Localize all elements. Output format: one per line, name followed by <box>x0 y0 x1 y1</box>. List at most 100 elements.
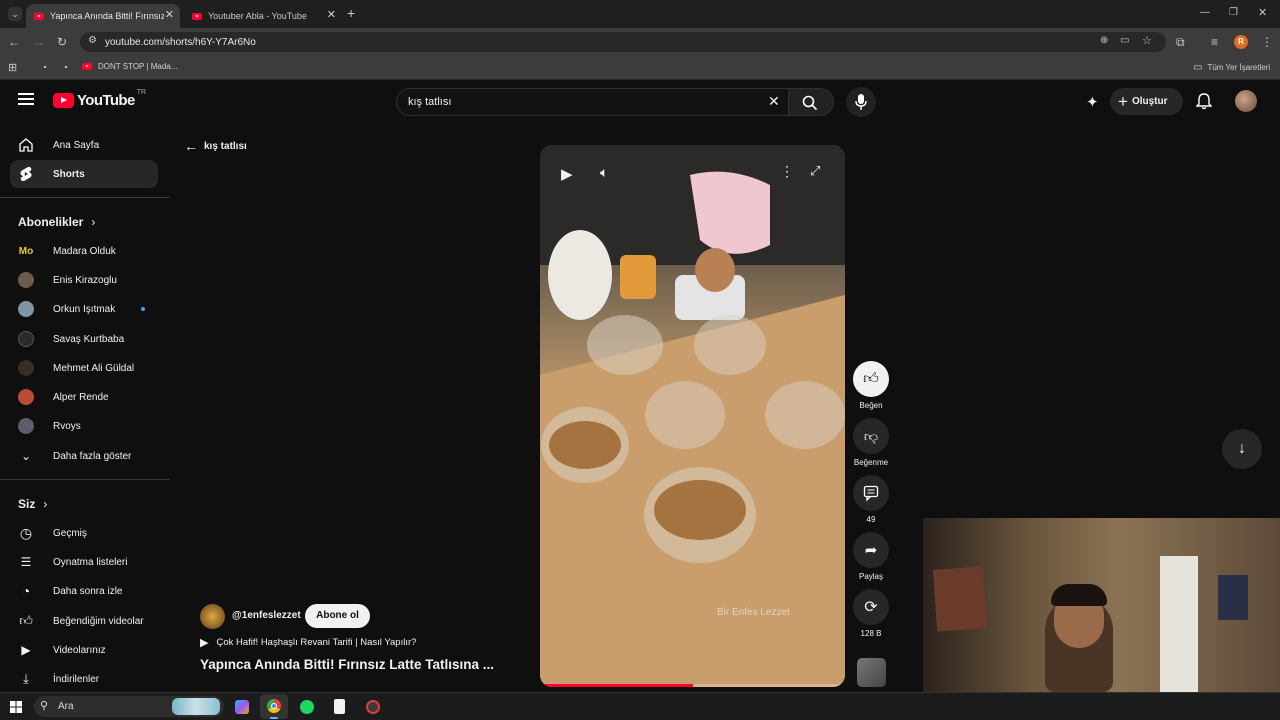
youtube-logo[interactable]: YouTube TR <box>53 89 147 109</box>
region-code: TR <box>136 89 147 96</box>
forward-icon[interactable]: → <box>33 35 45 49</box>
chevron-right-icon: › <box>91 215 96 229</box>
remix-button[interactable]: ⟳ <box>853 589 889 625</box>
sidebar-sub-rvoys[interactable]: Rvoys <box>10 412 158 440</box>
tab-close-icon[interactable]: ✕ <box>327 8 336 21</box>
copilot-icon[interactable] <box>235 700 249 714</box>
sidebar-sub-orkun[interactable]: Orkun Işıtmak <box>10 295 158 323</box>
chrome-icon-center <box>271 703 277 709</box>
taskbar-chrome-active[interactable] <box>260 694 288 719</box>
progress-bar[interactable] <box>540 684 845 687</box>
bookmark-dont-stop[interactable]: DONT STOP | Mada... <box>82 62 177 71</box>
comment-icon <box>863 485 879 501</box>
apps-grid-icon[interactable]: ⊞ <box>8 61 17 75</box>
dislike-button[interactable]: 👎︎ <box>853 418 889 454</box>
youtube-favicon-icon <box>192 12 202 20</box>
sidebar-item-home[interactable]: Ana Sayfa <box>10 131 158 159</box>
sidebar-item-your-videos[interactable]: ▶ Videolarınız <box>10 636 158 664</box>
site-info-icon[interactable]: ⚙ <box>88 35 97 46</box>
address-bar[interactable]: ⚙ youtube.com/shorts/h6Y-Y7Ar6No ⊕ ▭ ☆ <box>80 32 1166 52</box>
sidebar-divider <box>0 197 170 198</box>
tab-search-icon[interactable]: ⌄ <box>8 7 22 21</box>
sidebar-sub-alper[interactable]: Alper Rende <box>10 383 158 411</box>
chrome-menu-icon[interactable]: ⋮ <box>1261 35 1273 49</box>
bookmark-star-icon[interactable]: ☆ <box>1142 34 1152 47</box>
search-highlight-image <box>172 698 220 715</box>
search-label: Ara <box>58 701 74 712</box>
tab-active[interactable]: Yapınca Anında Bitti! Fırınsız Lat ✕ <box>26 4 180 28</box>
tab-inactive[interactable]: Youtuber Abla - YouTube ✕ <box>184 4 342 28</box>
search-input[interactable]: kış tatlısı ✕ <box>396 88 789 116</box>
dislike-label: Beğenme <box>853 458 889 467</box>
subscribe-button[interactable]: Abone ol <box>305 604 370 628</box>
show-more-button[interactable]: ⌄ Daha fazla göster <box>10 442 158 470</box>
sidebar-item-watch-later[interactable]: ◔ Daha sonra izle <box>10 577 158 605</box>
sidebar-sub-savas[interactable]: Savaş Kurtbaba <box>10 325 158 353</box>
sidebar-item-label: Oynatma listeleri <box>53 556 128 568</box>
logo-text: YouTube <box>77 92 135 109</box>
spotify-icon[interactable] <box>300 700 314 714</box>
search-icon <box>802 95 818 111</box>
next-short-button[interactable]: ↓ <box>1222 429 1262 469</box>
new-tab-button[interactable]: + <box>347 6 355 20</box>
short-video-player[interactable]: ▶ 🔈︎ ⋮ ⤢ Bir Enfes Lezzet <box>540 145 845 687</box>
search-button[interactable] <box>789 88 834 116</box>
sidebar-item-downloads[interactable]: ⤓ İndirilenler <box>10 665 158 693</box>
you-heading[interactable]: Siz › <box>18 497 47 511</box>
taskbar-search[interactable]: ⚲ Ara <box>34 696 224 717</box>
like-button[interactable]: 👍︎ <box>853 361 889 397</box>
comments-button[interactable] <box>853 475 889 511</box>
zoom-icon[interactable]: ⊕ <box>1100 35 1108 46</box>
guide-menu-icon[interactable] <box>18 93 34 105</box>
profile-avatar[interactable]: R <box>1234 35 1248 49</box>
remix-icon: ⟳ <box>864 599 878 616</box>
url-text[interactable]: youtube.com/shorts/h6Y-Y7Ar6No <box>105 37 256 48</box>
channel-avatar <box>18 301 34 317</box>
downloads-icon: ⤓ <box>23 671 29 686</box>
back-to-search-button[interactable]: ← kış tatlısı <box>184 138 247 154</box>
reload-icon[interactable]: ↻ <box>57 35 67 49</box>
sidebar-item-liked[interactable]: 👍︎ Beğendiğim videolar <box>10 607 158 635</box>
windows-start-icon[interactable] <box>10 701 22 713</box>
video-title[interactable]: Yapınca Anında Bitti! Fırınsız Latte Tat… <box>200 657 494 672</box>
cast-icon[interactable]: ▭ <box>1120 35 1129 46</box>
sidebar-item-history[interactable]: ◷ Geçmiş <box>10 519 158 547</box>
arrow-down-icon: ↓ <box>1238 440 1246 457</box>
share-button[interactable]: ➦ <box>853 532 889 568</box>
sidebar-item-shorts[interactable]: Shorts <box>10 160 158 188</box>
ai-assist-icon[interactable]: ✦ <box>1086 93 1099 111</box>
fullscreen-icon[interactable]: ⤢ <box>810 163 820 179</box>
back-label: kış tatlısı <box>204 140 247 152</box>
user-avatar[interactable] <box>1235 90 1257 112</box>
window-close-icon[interactable]: ✕ <box>1258 6 1267 20</box>
sidebar-sub-enis[interactable]: Enis Kirazoglu <box>10 266 158 294</box>
volume-icon[interactable]: 🔈︎ <box>600 164 608 181</box>
related-video-link[interactable]: ▶ Çok Hafif! Haşhaşlı Revani Tarifi | Na… <box>200 636 416 649</box>
clear-search-icon[interactable]: ✕ <box>768 93 780 110</box>
all-bookmarks-button[interactable]: ▭ Tüm Yer İşaretleri <box>1193 62 1270 73</box>
more-options-icon[interactable]: ⋮ <box>780 163 794 180</box>
minimize-icon[interactable]: — <box>1200 6 1210 20</box>
sound-thumbnail[interactable] <box>857 658 886 687</box>
app-icon[interactable] <box>366 700 380 714</box>
notifications-icon[interactable] <box>1196 93 1212 110</box>
channel-avatar[interactable] <box>200 604 225 629</box>
extensions-icon[interactable]: ⧉ <box>1176 35 1185 49</box>
sidebar-sub-madara[interactable]: Mo Madara Olduk <box>10 237 158 265</box>
create-button[interactable]: + Oluştur <box>1110 88 1183 115</box>
sidebar-item-playlists[interactable]: ☰ Oynatma listeleri <box>10 548 158 576</box>
media-control-icon[interactable]: ≡ <box>1211 35 1218 49</box>
voice-search-button[interactable] <box>846 87 876 117</box>
liked-icon: 👍︎ <box>19 613 33 628</box>
play-icon[interactable]: ▶ <box>561 165 573 183</box>
sidebar-sub-mehmet[interactable]: Mehmet Ali Güldal <box>10 354 158 382</box>
like-icon: 👍︎ <box>863 370 879 387</box>
channel-handle[interactable]: @1enfeslezzet <box>232 610 301 621</box>
tab-close-icon[interactable]: ✕ <box>165 8 174 21</box>
restore-icon[interactable]: ❐ <box>1229 6 1238 20</box>
webcam-overlay <box>923 518 1280 692</box>
browser-tab-bar: ⌄ Yapınca Anında Bitti! Fırınsız Lat ✕ Y… <box>0 0 1280 28</box>
subscriptions-heading[interactable]: Abonelikler › <box>18 215 95 229</box>
back-icon[interactable]: ← <box>8 35 20 49</box>
file-icon[interactable] <box>334 699 345 714</box>
